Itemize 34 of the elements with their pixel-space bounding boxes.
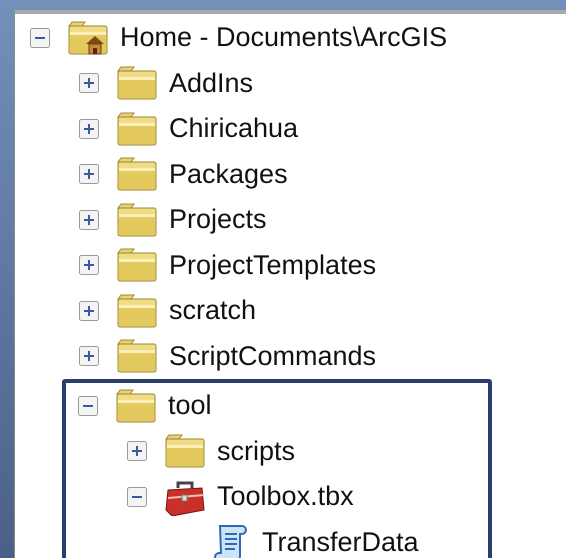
tree-item-label[interactable]: tool [168, 392, 212, 420]
tree-item-label[interactable]: scripts [217, 438, 296, 465]
folder-icon [117, 202, 157, 238]
folder-icon [117, 156, 157, 192]
expand-icon[interactable] [79, 118, 99, 139]
tree-item-label[interactable]: Toolbox.tbx [217, 483, 354, 510]
expand-icon[interactable] [79, 73, 99, 94]
expand-icon[interactable] [79, 300, 99, 321]
tree-item-label[interactable]: Packages [169, 160, 288, 188]
folder-icon [117, 338, 157, 374]
collapse-icon[interactable] [78, 396, 98, 416]
folder-icon [165, 433, 205, 470]
folder-icon [117, 65, 157, 102]
home-folder-icon [68, 20, 108, 56]
collapse-icon[interactable] [30, 28, 50, 48]
expand-icon[interactable] [79, 164, 99, 184]
tree-item-label[interactable]: Projects [169, 206, 267, 234]
expand-icon[interactable] [127, 441, 147, 462]
folder-icon [117, 247, 157, 284]
tree-item-label[interactable]: Chiricahua [169, 115, 298, 142]
script-icon [214, 522, 250, 558]
tree-item-label[interactable]: AddIns [169, 70, 254, 97]
expand-icon[interactable] [79, 346, 99, 366]
tree-item-label[interactable]: scratch [169, 297, 256, 324]
tree-item-label[interactable]: TransferData [262, 528, 419, 556]
folder-icon [117, 292, 157, 329]
tree-item-label[interactable]: ScriptCommands [169, 342, 376, 370]
collapse-icon[interactable] [127, 486, 147, 507]
expand-icon[interactable] [79, 210, 99, 230]
folder-icon [116, 388, 156, 424]
tree-item-label[interactable]: Home - Documents\ArcGIS [120, 24, 448, 52]
expand-icon[interactable] [79, 255, 99, 276]
tree-item-label[interactable]: ProjectTemplates [169, 252, 376, 279]
folder-icon [117, 110, 157, 147]
